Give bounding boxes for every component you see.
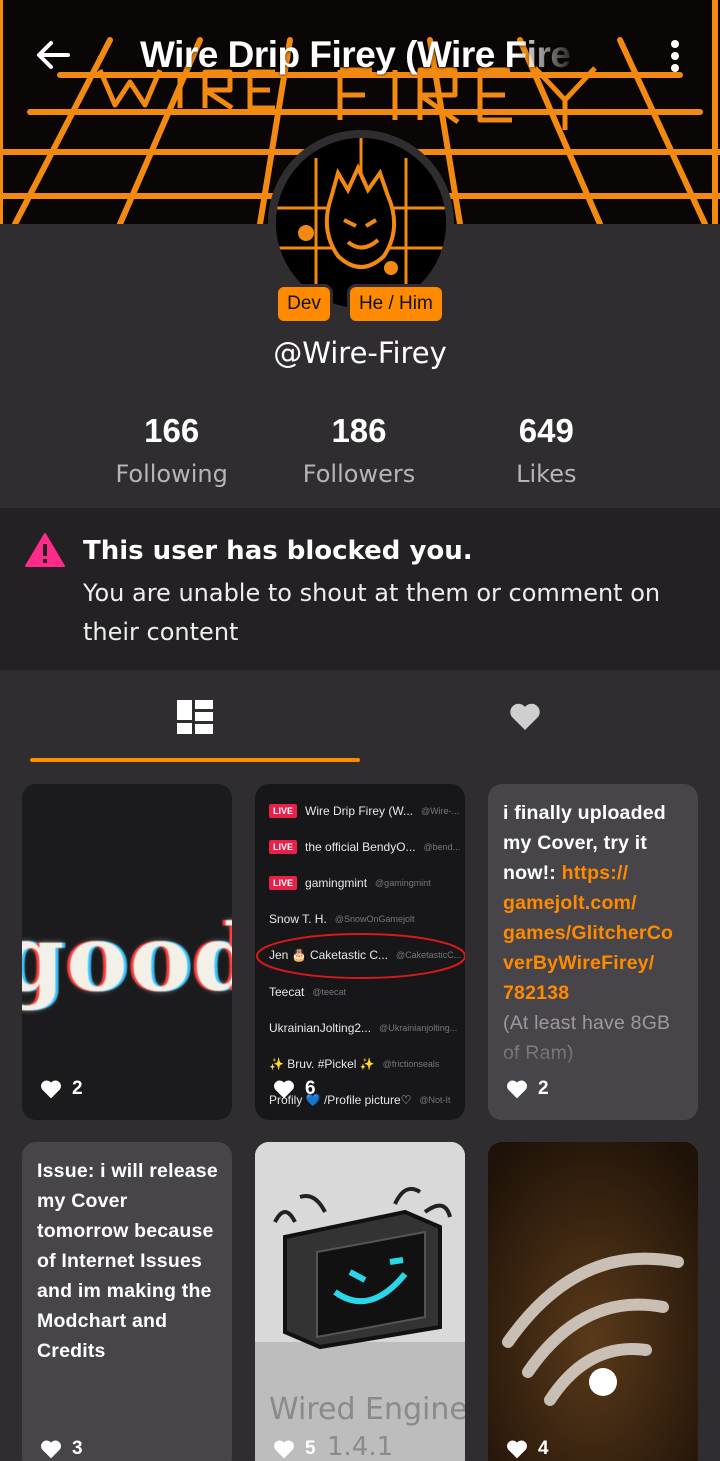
like-count: 3 [72, 1438, 83, 1459]
heart-icon [507, 1080, 527, 1098]
more-options-button[interactable] [660, 34, 690, 78]
post-image-version: 1.4.1 [327, 1432, 394, 1461]
warning-icon [25, 533, 65, 567]
active-tab-indicator [30, 758, 360, 762]
post-card[interactable]: i finally uploaded my Cover, try it now!… [488, 784, 698, 1120]
arrow-left-icon [37, 41, 70, 69]
tab-liked[interactable] [360, 670, 690, 764]
post-card[interactable]: Issue: i will release my Cover tomorrow … [22, 1142, 232, 1461]
like-count: 6 [305, 1078, 316, 1099]
tab-posts[interactable] [30, 670, 360, 764]
post-likes: 2 [506, 1078, 549, 1100]
post-likes: 5 [273, 1438, 316, 1460]
more-vert-icon [671, 40, 679, 48]
stat-value: 649 [518, 412, 574, 449]
avatar-image [276, 138, 446, 308]
stat-followers[interactable]: 186 Followers [265, 412, 452, 488]
heart-icon [41, 1440, 61, 1458]
post-likes: 2 [40, 1078, 83, 1100]
username: @Wire-Firey [273, 336, 447, 370]
post-text: Issue: i will release my Cover tomorrow … [37, 1160, 218, 1362]
like-count: 2 [538, 1078, 549, 1099]
list-item: LIVE gamingmint @gamingmint [269, 876, 431, 890]
heart-icon [274, 1440, 294, 1458]
post-card[interactable]: good 2 [22, 784, 232, 1120]
list-item: LIVE Wire Drip Firey (W... @Wire-... [269, 804, 459, 818]
post-likes: 4 [506, 1438, 549, 1460]
stat-label: Followers [302, 460, 416, 488]
stat-value: 166 [144, 412, 200, 449]
stat-label: Likes [516, 460, 577, 488]
wifi-icon [488, 1142, 698, 1461]
grid-icon [177, 700, 213, 734]
page-title: Wire Drip Firey (Wire Fire [140, 34, 571, 75]
heart-icon [510, 703, 540, 730]
red-circle-annotation [256, 933, 465, 979]
stat-label: Following [115, 460, 228, 488]
heart-icon [41, 1080, 61, 1098]
profile-stats: 166 Following 186 Followers 649 Likes [78, 412, 640, 488]
heart-icon [507, 1440, 527, 1458]
notice-body: You are unable to shout at them or comme… [83, 579, 661, 646]
post-card[interactable]: Wired Engine 1.4.1 5 [255, 1142, 465, 1461]
post-text: i finally uploaded my Cover, try it now!… [503, 802, 674, 1064]
post-card[interactable]: 4 [488, 1142, 698, 1461]
heart-icon [274, 1080, 294, 1098]
notice-title: This user has blocked you. [83, 536, 473, 566]
post-image-text: good [22, 904, 232, 1012]
list-item: UkrainianJolting2... @Ukrainianjolting... [269, 1021, 458, 1035]
stat-following[interactable]: 166 Following [78, 412, 265, 488]
post-likes: 6 [273, 1078, 316, 1100]
profile-tabs [0, 670, 720, 764]
avatar[interactable] [276, 138, 446, 308]
list-item: ✨ Bruv. #Pickel ✨ @frictionseals [269, 1057, 440, 1071]
back-button[interactable] [28, 30, 78, 80]
post-likes: 3 [40, 1438, 83, 1460]
stat-likes[interactable]: 649 Likes [453, 412, 640, 488]
top-app-bar: Wire Drip Firey (Wire Fire [0, 0, 720, 112]
dev-badge: Dev [275, 284, 333, 324]
post-card[interactable]: LIVE Wire Drip Firey (W... @Wire-... LIVE t… [255, 784, 465, 1120]
post-image-title: Wired Engine [269, 1392, 465, 1427]
stat-value: 186 [331, 412, 387, 449]
pronouns-badge: He / Him [346, 284, 445, 324]
like-count: 2 [72, 1078, 83, 1099]
list-item: Snow T. H. @SnowOnGamejolt [269, 912, 415, 926]
list-item: LIVE the official BendyO... @bend... [269, 840, 460, 854]
like-count: 4 [538, 1438, 549, 1459]
profile-badges: Dev He / Him [0, 284, 720, 324]
like-count: 5 [305, 1438, 316, 1459]
